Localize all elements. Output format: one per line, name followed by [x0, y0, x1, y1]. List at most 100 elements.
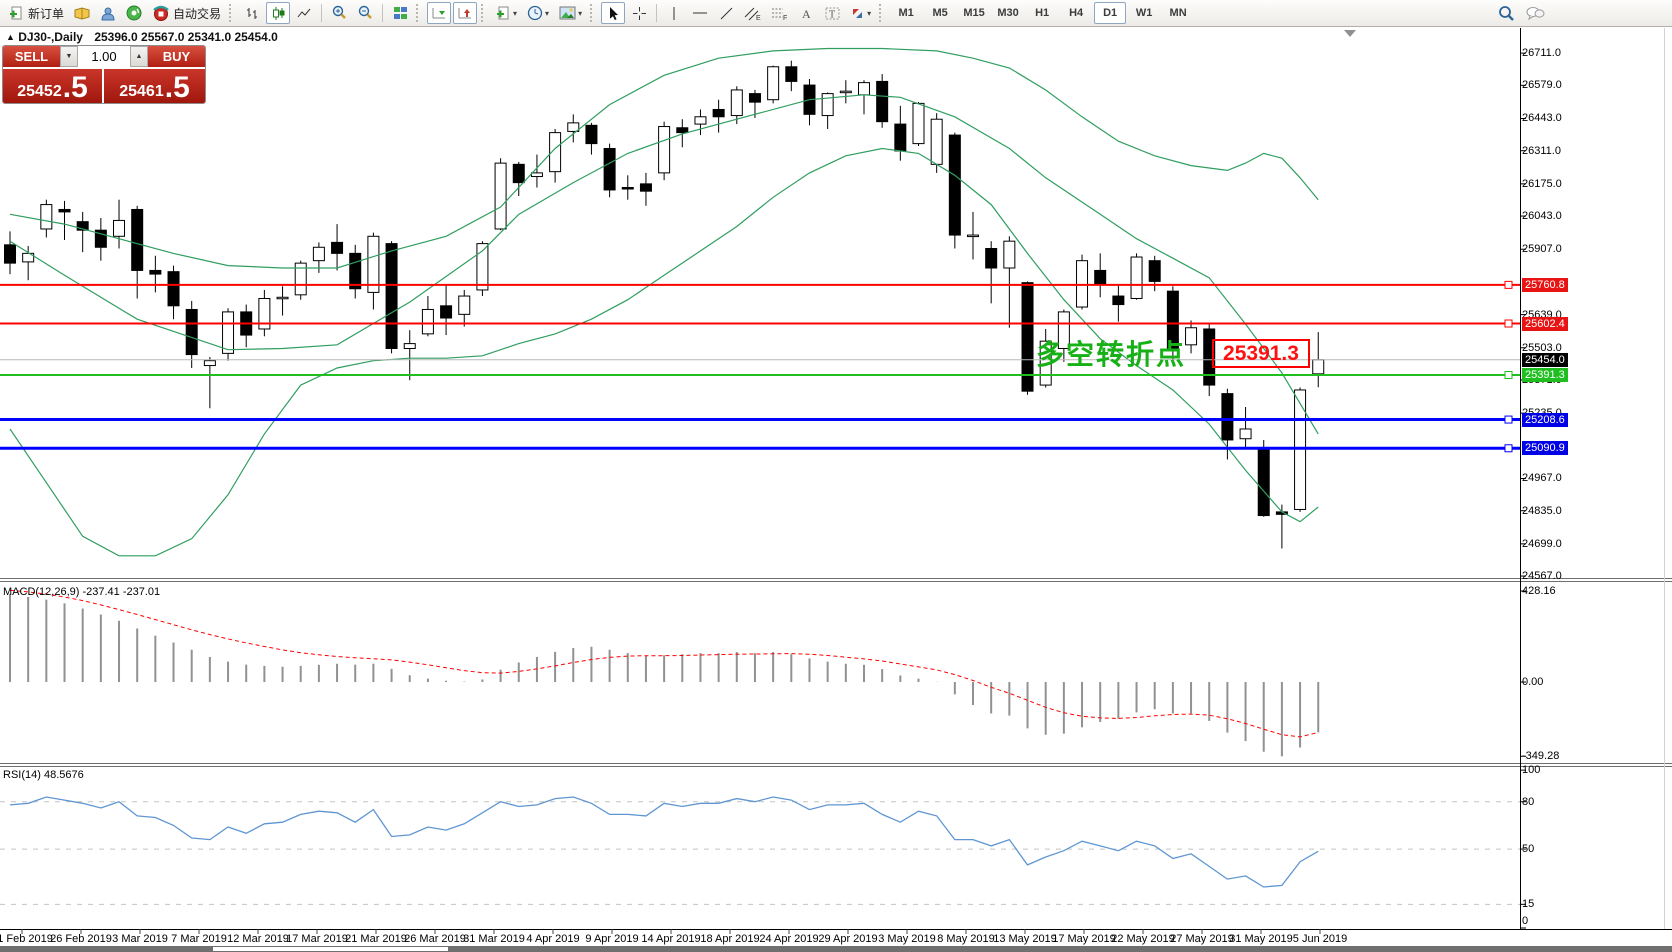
- candle-body: [441, 306, 452, 318]
- signals-button[interactable]: [122, 2, 146, 24]
- candlestick-chart-button[interactable]: [266, 2, 290, 24]
- candle-body: [5, 245, 16, 263]
- sell-button[interactable]: SELL: [3, 46, 60, 69]
- vertical-line-button[interactable]: [662, 2, 686, 24]
- tile-windows-button[interactable]: [388, 2, 412, 24]
- auto-scroll-button[interactable]: [427, 2, 451, 24]
- bar-chart-button[interactable]: [240, 2, 264, 24]
- axis-tick-label: 0.00: [1522, 675, 1568, 689]
- buy-button[interactable]: BUY: [148, 46, 205, 69]
- search-button[interactable]: [1494, 2, 1519, 24]
- new-order-button[interactable]: 新订单: [5, 2, 68, 24]
- date-label: 8 May 2019: [937, 933, 994, 945]
- toolbar-separator: [656, 4, 657, 22]
- zoom-in-button[interactable]: [327, 2, 351, 24]
- buy-price[interactable]: 25461 .5: [104, 69, 205, 104]
- equidistant-channel-button[interactable]: E: [740, 2, 765, 24]
- candle-body: [877, 81, 888, 121]
- volume-up-button[interactable]: ▲: [130, 46, 148, 67]
- crosshair-button[interactable]: [627, 2, 651, 24]
- line-chart-button[interactable]: [292, 2, 316, 24]
- toolbar-right-group: [1493, 2, 1550, 24]
- indicators-button[interactable]: ▾: [492, 2, 521, 24]
- timeframe-m5-button[interactable]: M5: [924, 2, 956, 24]
- shift-marker-icon[interactable]: [1344, 30, 1356, 37]
- horizontal-line-button[interactable]: [688, 2, 712, 24]
- timeframe-h4-button[interactable]: H4: [1060, 2, 1092, 24]
- candle-body: [604, 148, 615, 189]
- toolbar-grip: [879, 4, 884, 22]
- zoom-in-icon: [331, 5, 347, 21]
- timeframe-m15-button[interactable]: M15: [958, 2, 990, 24]
- timeframe-m30-button[interactable]: M30: [992, 2, 1024, 24]
- horizontal-scrollbar[interactable]: [0, 946, 1672, 952]
- auto-trading-label: 自动交易: [173, 5, 221, 22]
- periods-button[interactable]: ▾: [523, 2, 553, 24]
- chat-button[interactable]: [1521, 2, 1549, 24]
- cursor-button[interactable]: [601, 2, 625, 24]
- tile-windows-icon: [393, 6, 408, 20]
- mt4-terminal: 新订单 自动交易: [0, 0, 1672, 952]
- zoom-out-button[interactable]: [353, 2, 377, 24]
- new-order-icon: [9, 6, 24, 21]
- sell-price[interactable]: 25452 .5: [3, 69, 104, 104]
- candle-body: [695, 117, 706, 124]
- date-label: 31 May 2019: [1229, 933, 1293, 945]
- timeframe-m1-button[interactable]: M1: [890, 2, 922, 24]
- axis-tick-label: 15: [1522, 897, 1568, 911]
- text-button[interactable]: A: [794, 2, 818, 24]
- text-label-button[interactable]: T: [820, 2, 844, 24]
- arrows-button[interactable]: ▾: [846, 2, 875, 24]
- candle-body: [132, 209, 143, 270]
- chart-canvas[interactable]: [0, 0, 1672, 952]
- one-click-trading-panel: SELL ▼ ▲ BUY 25452 .5 25461 .5: [2, 45, 206, 104]
- templates-button[interactable]: ▾: [555, 2, 586, 24]
- vertical-line-icon: [668, 6, 680, 21]
- triangle-down-icon: ▼: [66, 53, 73, 60]
- collapse-icon[interactable]: ▲: [6, 32, 15, 42]
- chart-shift-button[interactable]: [453, 2, 477, 24]
- scrollbar-thumb[interactable]: [213, 947, 448, 951]
- charts-folder-button[interactable]: [70, 2, 94, 24]
- level-anchor[interactable]: [1505, 372, 1512, 379]
- axis-tick-label: 0: [1522, 914, 1568, 928]
- price-level-badge: 25208.6: [1522, 413, 1568, 427]
- timeframe-h1-button[interactable]: H1: [1026, 2, 1058, 24]
- date-label: 21 Mar 2019: [345, 933, 407, 945]
- date-label: 17 Mar 2019: [286, 933, 348, 945]
- candle-body: [858, 83, 869, 95]
- auto-trading-button[interactable]: 自动交易: [148, 2, 225, 24]
- candle-body: [350, 253, 361, 288]
- level-anchor[interactable]: [1505, 416, 1512, 423]
- candle-body: [186, 309, 197, 354]
- timeframe-d1-button[interactable]: D1: [1094, 2, 1126, 24]
- volume-input[interactable]: [78, 46, 130, 67]
- candle-body: [586, 125, 597, 143]
- level-anchor[interactable]: [1505, 281, 1512, 288]
- date-label: 3 May 2019: [878, 933, 935, 945]
- turning-point-value-box[interactable]: 25391.3: [1212, 339, 1310, 368]
- fibonacci-button[interactable]: F: [767, 2, 792, 24]
- auto-trading-icon: [152, 5, 169, 21]
- timeframe-mn-button[interactable]: MN: [1162, 2, 1194, 24]
- level-anchor[interactable]: [1505, 445, 1512, 452]
- candle-body: [404, 344, 415, 349]
- candle-body: [41, 205, 52, 229]
- axis-tick-label: 26579.0: [1522, 78, 1568, 92]
- trendline-button[interactable]: [714, 2, 738, 24]
- turning-point-annotation[interactable]: 多空转折点: [1036, 333, 1186, 373]
- toolbar-separator: [321, 4, 322, 22]
- candle-body: [59, 209, 70, 211]
- market-watch-button[interactable]: [96, 2, 120, 24]
- timeframe-w1-button[interactable]: W1: [1128, 2, 1160, 24]
- volume-down-button[interactable]: ▼: [60, 46, 78, 67]
- level-anchor[interactable]: [1505, 320, 1512, 327]
- horizontal-line-icon: [692, 6, 708, 20]
- candle-body: [1222, 394, 1233, 440]
- periods-icon: [527, 5, 543, 21]
- sell-price-main: 25452: [17, 81, 62, 103]
- candle-body: [150, 270, 161, 274]
- macd-label: MACD(12,26,9) -237.41 -237.01: [3, 586, 160, 598]
- candle-body: [1258, 448, 1269, 515]
- chevron-down-icon: ▾: [867, 9, 871, 18]
